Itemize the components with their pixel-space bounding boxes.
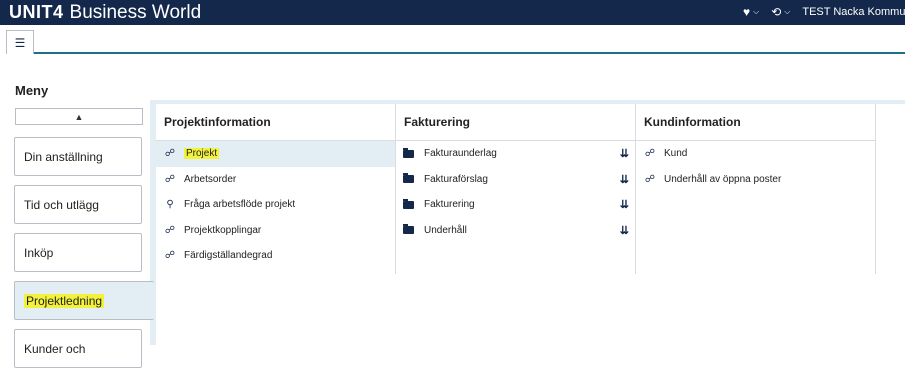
menu-category-label: Kunder och	[24, 341, 86, 356]
top-right-controls: ♥ ⌵ ⟲ ⌵ TEST Nacka Kommun	[743, 5, 905, 19]
menu-category-label: Tid och utlägg	[24, 197, 99, 212]
menu-item-label: Fakturaunderlag	[424, 148, 497, 160]
menu-item-label: Underhåll av öppna poster	[664, 173, 782, 185]
menu-item-label: Kund	[664, 148, 688, 160]
tab-divider	[34, 52, 905, 54]
menu-category-kunder-och[interactable]: Kunder och	[14, 329, 142, 368]
list-icon: ☰	[14, 35, 26, 50]
menu-category-label: Din anställning	[24, 149, 103, 164]
double-chevron-down-icon[interactable]: ⇊	[620, 198, 629, 211]
menu-item-arbetsorder[interactable]: ☍ Arbetsorder	[156, 167, 395, 193]
folder-icon	[403, 198, 414, 209]
menu-item-label: Arbetsorder	[184, 173, 237, 185]
chevron-down-icon[interactable]: ⌵	[753, 5, 759, 19]
menu-item-projekt[interactable]: ☍ Projekt	[156, 141, 395, 167]
history-icon[interactable]: ⟲	[771, 5, 781, 19]
menu-item-fakturaforslag[interactable]: Fakturaförslag ⇊	[396, 167, 635, 193]
heart-icon[interactable]: ♥	[743, 5, 750, 19]
menu-item-label: Fråga arbetsflöde projekt	[184, 199, 296, 211]
brand-logo: UNIT4	[9, 2, 64, 22]
menu-category-din-anstallning[interactable]: Din anställning	[14, 137, 142, 176]
double-chevron-down-icon[interactable]: ⇊	[620, 173, 629, 186]
menu-item-label: Fakturering	[424, 199, 475, 211]
task-icon: ☍	[164, 173, 176, 185]
menu-item-fakturering[interactable]: Fakturering ⇊	[396, 192, 635, 218]
task-icon: ☍	[644, 173, 656, 185]
menu-category-label: Projektledning	[24, 293, 105, 308]
column-kundinformation: Kundinformation ☍ Kund ☍ Underhåll av öp…	[636, 104, 876, 274]
folder-icon	[403, 224, 414, 235]
menu-category-label: Inköp	[24, 245, 54, 260]
column-fakturering: Fakturering Fakturaunderlag ⇊ Fakturaför…	[396, 104, 636, 274]
menu-category-projektledning[interactable]: Projektledning	[14, 281, 154, 320]
menu-title: Meny	[15, 83, 49, 98]
menu-item-label: Färdigställandegrad	[184, 250, 273, 262]
column-heading: Projektinformation	[156, 104, 395, 141]
brand[interactable]: UNIT4 Business World	[9, 2, 201, 23]
folder-icon	[403, 147, 414, 158]
menu-category-inkop[interactable]: Inköp	[14, 233, 142, 272]
menu-item-kund[interactable]: ☍ Kund	[636, 141, 875, 167]
chevron-down-icon[interactable]: ⌵	[784, 5, 790, 19]
menu-item-fardigstallandegrad[interactable]: ☍ Färdigställandegrad	[156, 243, 395, 269]
menu-item-fakturaunderlag[interactable]: Fakturaunderlag ⇊	[396, 141, 635, 167]
menu-item-label: Projekt	[184, 148, 220, 160]
top-bar: UNIT4 Business World ♥ ⌵ ⟲ ⌵ TEST Nacka Kom…	[0, 0, 905, 25]
menu-item-label: Fakturaförslag	[424, 173, 488, 185]
column-heading: Kundinformation	[636, 104, 875, 141]
task-icon: ☍	[164, 224, 176, 236]
task-icon: ☍	[644, 148, 656, 160]
folder-icon	[403, 173, 414, 184]
triangle-up-icon: ▲	[74, 111, 84, 122]
search-icon: ⚲	[166, 199, 174, 211]
menu-category-tid-och-utlagg[interactable]: Tid och utlägg	[14, 185, 142, 224]
menu-item-projektkopplingar[interactable]: ☍ Projektkopplingar	[156, 218, 395, 244]
menu-item-underhall-av-oppna-poster[interactable]: ☍ Underhåll av öppna poster	[636, 167, 875, 193]
menu-item-label: Underhåll	[424, 224, 467, 236]
task-icon: ☍	[164, 148, 176, 160]
task-icon: ☍	[164, 250, 176, 262]
user-label[interactable]: TEST Nacka Kommun	[802, 5, 905, 19]
tab-strip: ☰	[0, 25, 905, 55]
menu-item-label: Projektkopplingar	[184, 224, 262, 236]
menu-item-fraga-arbetsflode-projekt[interactable]: ⚲ Fråga arbetsflöde projekt	[156, 192, 395, 218]
column-heading: Fakturering	[396, 104, 635, 141]
double-chevron-down-icon[interactable]: ⇊	[620, 147, 629, 160]
menu-item-underhall[interactable]: Underhåll ⇊	[396, 218, 635, 244]
tab-menu[interactable]: ☰	[6, 30, 34, 54]
menu-scroll-up-button[interactable]: ▲	[15, 108, 143, 125]
double-chevron-down-icon[interactable]: ⇊	[620, 224, 629, 237]
brand-app-name: Business World	[69, 2, 202, 23]
column-projektinformation: Projektinformation ☍ Projekt ☍ Arbetsord…	[156, 104, 396, 274]
